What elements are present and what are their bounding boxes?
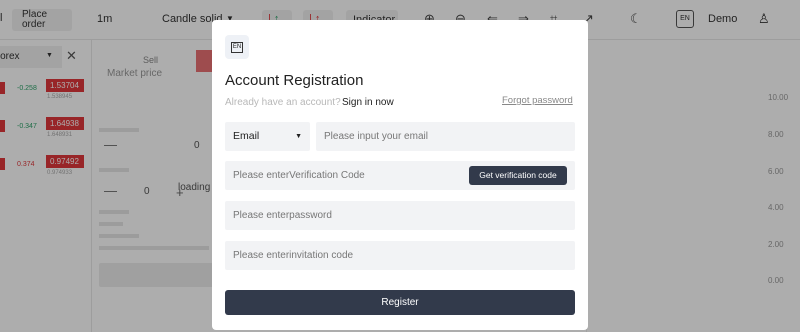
password-field[interactable]: Please enterpassword	[225, 201, 575, 230]
invitation-code-field[interactable]: Please enterinvitation code	[225, 241, 575, 270]
registration-method-select[interactable]: Email ▼	[225, 122, 310, 151]
sign-in-link[interactable]: Sign in now	[342, 97, 394, 108]
register-button[interactable]: Register	[225, 290, 575, 315]
registration-modal: EN Account Registration Already have an …	[212, 20, 588, 330]
registration-method-value: Email	[233, 130, 260, 142]
have-account-text: Already have an account?	[225, 97, 341, 108]
chevron-down-icon: ▼	[295, 133, 302, 140]
modal-title: Account Registration	[225, 72, 364, 89]
forgot-password-link[interactable]: Forgot password	[502, 95, 573, 106]
email-field[interactable]: Please input your email	[316, 122, 575, 151]
logo: EN	[225, 35, 249, 59]
get-verification-code-button[interactable]: Get verification code	[469, 166, 567, 185]
verification-code-placeholder: Please enterVerification Code	[233, 170, 365, 181]
language-badge-icon: EN	[230, 41, 244, 53]
